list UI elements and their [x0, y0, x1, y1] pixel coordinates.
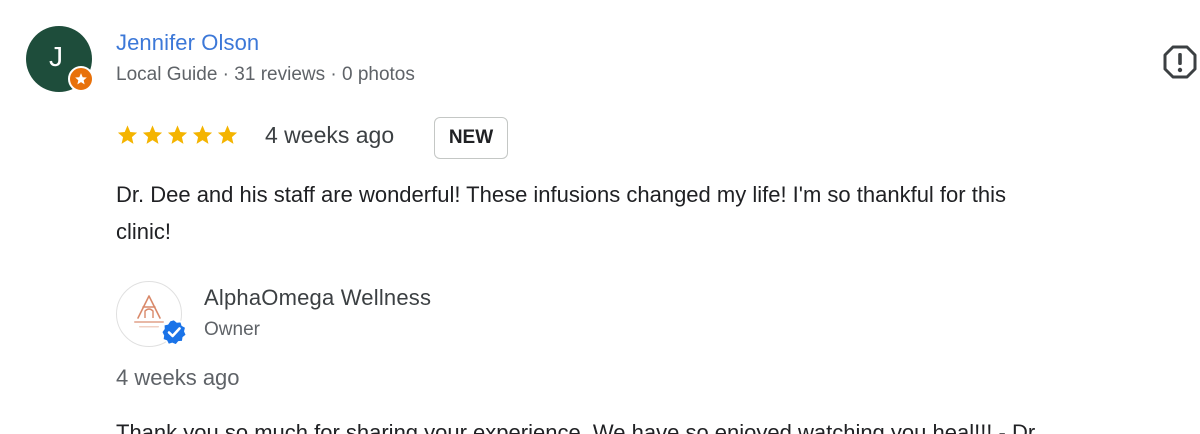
report-review-button[interactable] — [1162, 44, 1198, 80]
star-rating — [116, 121, 239, 149]
verified-owner-icon — [160, 318, 188, 346]
owner-name: AlphaOmega Wellness — [204, 285, 432, 310]
star-icon — [142, 125, 163, 144]
report-flag-icon — [1163, 45, 1197, 79]
star-icon — [167, 125, 188, 144]
review-card: J Jennifer Olson Local Guide · 31 review… — [0, 0, 1200, 434]
star-icon — [217, 125, 238, 144]
owner-role: Owner — [204, 319, 260, 340]
new-badge: NEW — [434, 117, 508, 159]
review-text: Dr. Dee and his staff are wonderful! The… — [116, 182, 1006, 244]
reply-text: Thank you so much for sharing your exper… — [116, 420, 1036, 434]
reviewer-name-link[interactable]: Jennifer Olson — [116, 30, 259, 56]
reply-date: 4 weeks ago — [116, 365, 240, 390]
local-guide-star-icon — [68, 66, 94, 92]
star-icon — [117, 125, 138, 144]
avatar-initial: J — [49, 41, 63, 72]
reviewer-meta: Local Guide · 31 reviews · 0 photos — [116, 64, 415, 85]
review-date: 4 weeks ago — [265, 122, 395, 148]
star-icon — [192, 125, 213, 144]
